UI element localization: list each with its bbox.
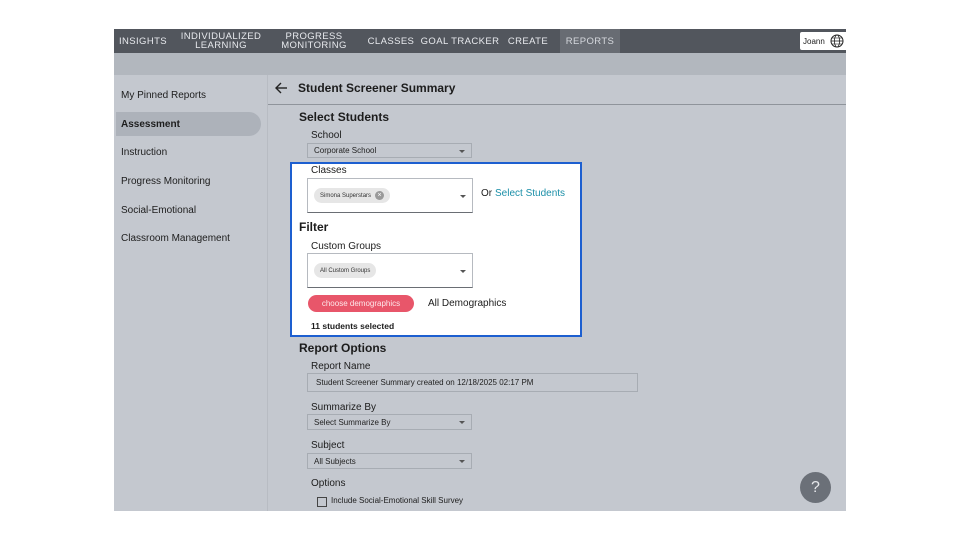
user-menu[interactable]: Joann bbox=[800, 32, 846, 50]
sidebar-item-instruction[interactable]: Instruction bbox=[116, 140, 261, 164]
school-label: School bbox=[311, 130, 342, 141]
summarize-by-select[interactable]: Select Summarize By bbox=[307, 414, 472, 430]
subject-label: Subject bbox=[311, 440, 345, 451]
nav-individualized-learning[interactable]: INDIVIDUALIZED LEARNING bbox=[176, 29, 266, 53]
options-label: Options bbox=[311, 478, 346, 489]
reports-sidebar: My Pinned Reports Assessment Instruction… bbox=[114, 75, 267, 511]
chevron-down-icon bbox=[459, 149, 465, 153]
report-name-input[interactable]: Student Screener Summary created on 12/1… bbox=[307, 373, 638, 392]
custom-groups-label: Custom Groups bbox=[311, 241, 382, 252]
report-options-heading: Report Options bbox=[299, 341, 387, 355]
nav-reports[interactable]: REPORTS bbox=[560, 29, 620, 53]
class-chip[interactable]: Simona Superstars × bbox=[314, 188, 391, 203]
include-sel-survey-label: Include Social-Emotional Skill Survey bbox=[331, 496, 464, 505]
school-select[interactable]: Corporate School bbox=[307, 143, 472, 158]
top-navigation: INSIGHTS INDIVIDUALIZED LEARNING PROGRES… bbox=[114, 29, 846, 53]
or-text: Or bbox=[481, 188, 493, 199]
sidebar-item-progress-monitoring[interactable]: Progress Monitoring bbox=[116, 169, 261, 193]
choose-demographics-button[interactable]: choose demographics bbox=[308, 295, 414, 312]
sidebar-item-classroom-management[interactable]: Classroom Management bbox=[116, 226, 261, 250]
user-name: Joann bbox=[803, 36, 825, 46]
nav-insights[interactable]: INSIGHTS bbox=[114, 29, 172, 53]
chevron-down-icon bbox=[460, 195, 466, 198]
sidebar-item-social-emotional[interactable]: Social-Emotional bbox=[116, 198, 261, 222]
help-button[interactable]: ? bbox=[800, 472, 831, 503]
sub-header-bar bbox=[114, 53, 846, 75]
select-students-heading: Select Students bbox=[299, 110, 390, 124]
title-divider bbox=[268, 104, 846, 105]
custom-groups-select[interactable]: All Custom Groups bbox=[307, 253, 473, 288]
classes-select[interactable]: Simona Superstars × bbox=[307, 178, 473, 213]
nav-classes[interactable]: CLASSES bbox=[364, 29, 418, 53]
select-students-link[interactable]: Select Students bbox=[495, 188, 565, 199]
include-sel-survey-checkbox[interactable] bbox=[317, 497, 327, 507]
chevron-down-icon bbox=[460, 270, 466, 273]
arrow-left-icon[interactable] bbox=[274, 81, 288, 95]
classes-label: Classes bbox=[311, 165, 347, 176]
summarize-by-label: Summarize By bbox=[311, 402, 377, 413]
nav-goal-tracker[interactable]: GOAL TRACKER bbox=[420, 29, 500, 53]
students-selected-count: 11 students selected bbox=[311, 321, 395, 331]
highlighted-filter-panel: Classes Simona Superstars × Or Select St… bbox=[290, 162, 582, 337]
demographics-value: All Demographics bbox=[428, 298, 507, 309]
sidebar-item-my-pinned-reports[interactable]: My Pinned Reports bbox=[116, 83, 261, 107]
nav-create[interactable]: CREATE bbox=[504, 29, 552, 53]
globe-icon bbox=[830, 34, 844, 48]
filter-heading: Filter bbox=[299, 220, 329, 234]
chevron-down-icon bbox=[459, 421, 465, 424]
subject-select[interactable]: All Subjects bbox=[307, 453, 472, 469]
sidebar-item-assessment[interactable]: Assessment bbox=[116, 112, 261, 136]
remove-chip-icon[interactable]: × bbox=[375, 191, 385, 200]
custom-group-chip[interactable]: All Custom Groups bbox=[314, 263, 377, 278]
chevron-down-icon bbox=[459, 460, 465, 463]
nav-progress-monitoring[interactable]: PROGRESS MONITORING bbox=[274, 29, 354, 53]
report-name-label: Report Name bbox=[311, 361, 371, 372]
page-title: Student Screener Summary bbox=[298, 81, 456, 95]
